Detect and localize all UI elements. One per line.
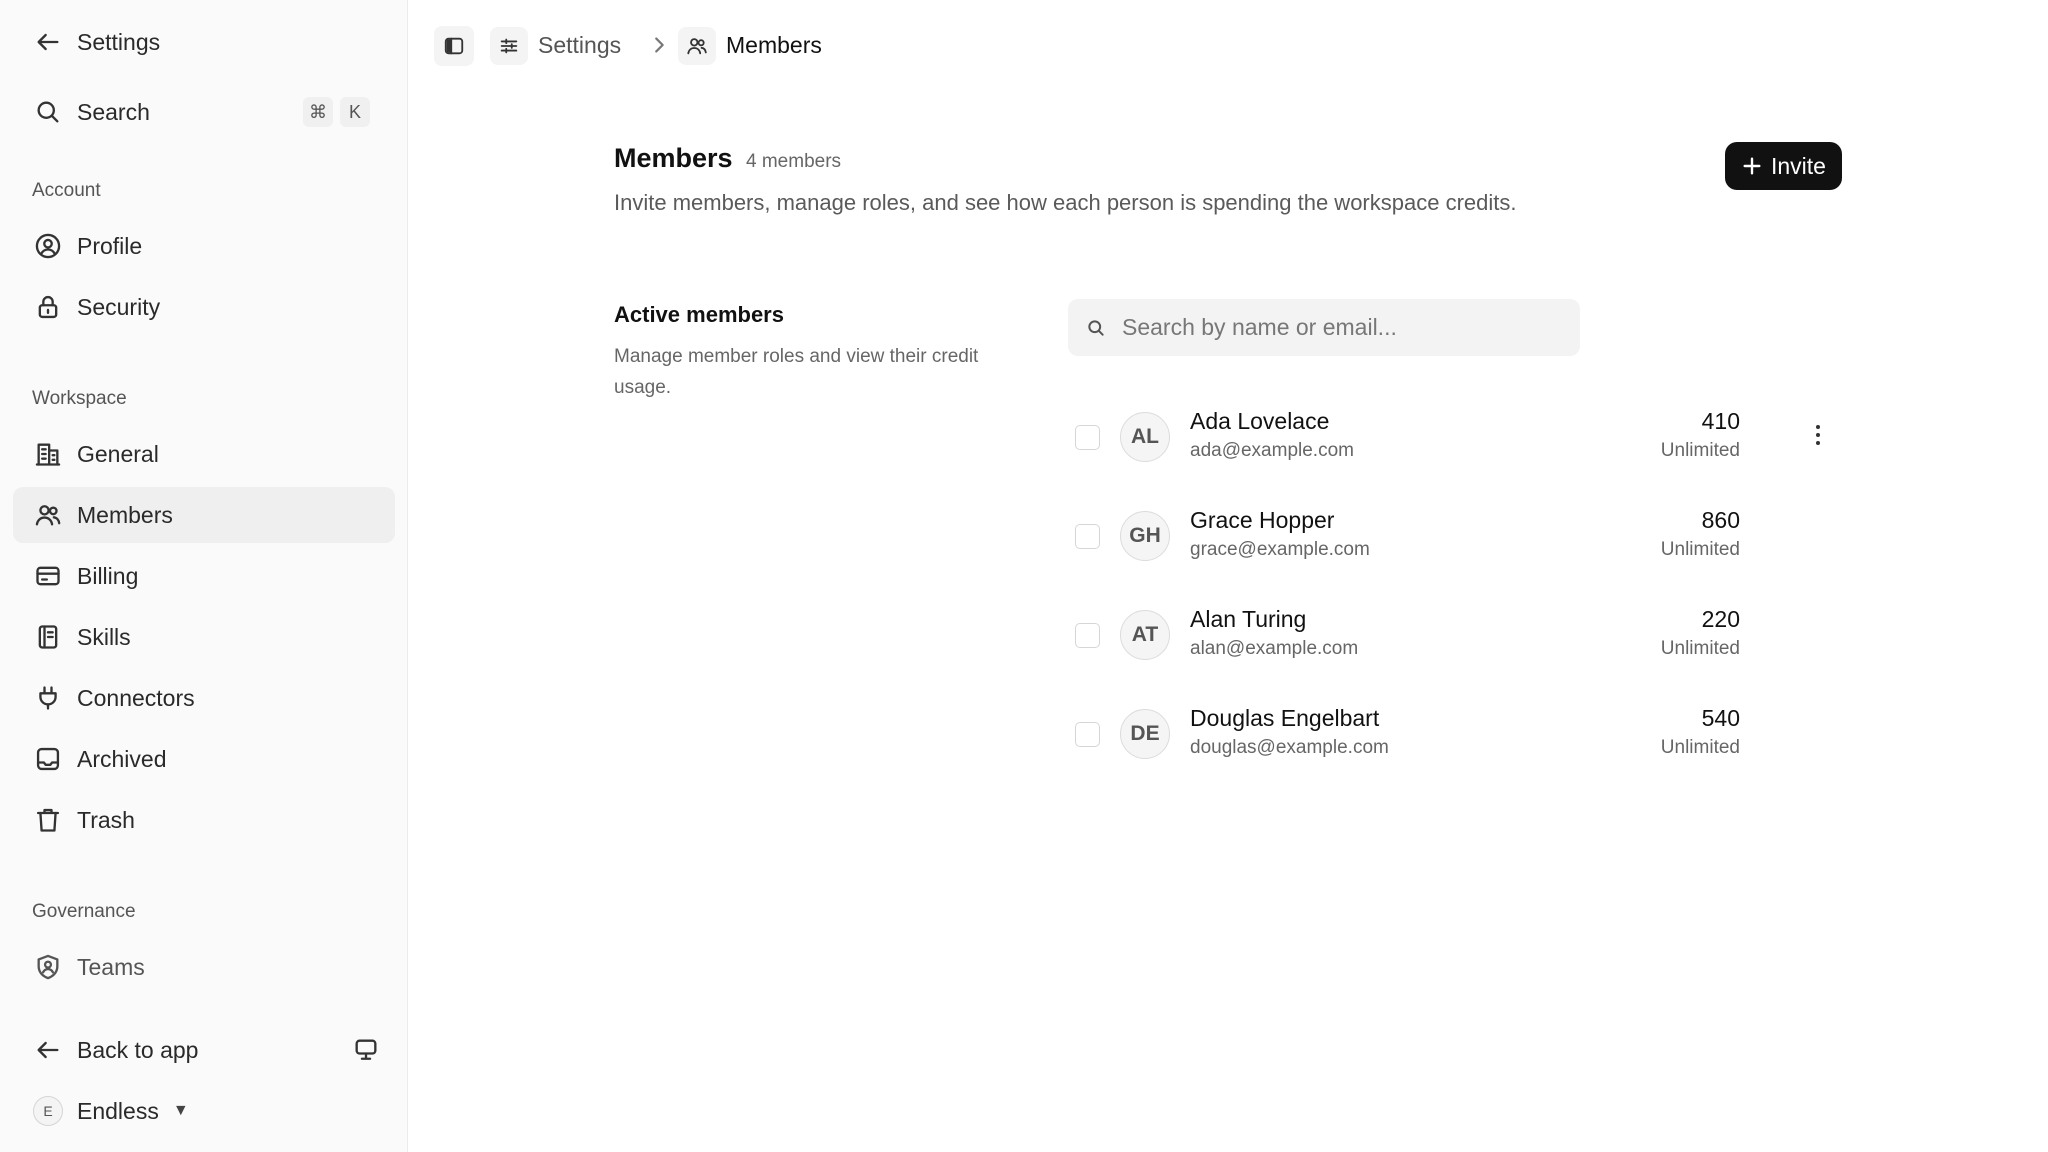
sidebar-item-billing[interactable]: Billing bbox=[13, 548, 395, 604]
sidebar-item-label: Teams bbox=[77, 953, 145, 980]
page-description: Invite members, manage roles, and see ho… bbox=[614, 190, 1517, 215]
settings-crumb-icon-button[interactable] bbox=[490, 27, 528, 65]
page-title: Members bbox=[614, 143, 733, 173]
arrow-left-icon bbox=[33, 1035, 63, 1065]
breadcrumb-settings[interactable]: Settings bbox=[538, 30, 621, 60]
sidebar-item-label: Trash bbox=[77, 806, 135, 833]
sidebar-item-teams[interactable]: Teams bbox=[13, 939, 395, 995]
sidebar-item-security[interactable]: Security bbox=[13, 279, 395, 335]
section-heading-workspace: Workspace bbox=[32, 388, 127, 409]
sidebar-toggle-button[interactable] bbox=[434, 26, 474, 66]
member-row[interactable]: DE Douglas Engelbart douglas@example.com… bbox=[1068, 697, 1848, 787]
search-button[interactable]: Search ⌘ K bbox=[13, 84, 395, 140]
shortcut-k-key: K bbox=[340, 97, 370, 127]
back-label: Settings bbox=[77, 28, 161, 55]
more-options-icon[interactable] bbox=[1806, 420, 1830, 450]
sidebar-item-trash[interactable]: Trash bbox=[13, 792, 395, 848]
users-icon bbox=[33, 500, 63, 530]
archive-icon bbox=[33, 744, 63, 774]
sidebar-item-label: Skills bbox=[77, 623, 131, 650]
credits-used: 540 bbox=[1701, 705, 1740, 731]
sidebar-item-label: Billing bbox=[77, 562, 139, 589]
avatar: GH bbox=[1120, 511, 1170, 561]
building-icon bbox=[33, 439, 63, 469]
member-email: douglas@example.com bbox=[1190, 737, 1389, 758]
sidebar-item-label: Archived bbox=[77, 745, 167, 772]
sidebar: Settings Search ⌘ K Account Profile Secu… bbox=[0, 0, 408, 1152]
sliders-icon bbox=[498, 35, 520, 57]
sidebar-item-label: General bbox=[77, 440, 159, 467]
shield-user-icon bbox=[33, 952, 63, 982]
member-name: Alan Turing bbox=[1190, 606, 1307, 632]
invite-label: Invite bbox=[1771, 152, 1826, 179]
profile-icon bbox=[33, 231, 63, 261]
sidebar-item-label: Connectors bbox=[77, 684, 195, 711]
member-row[interactable]: AT Alan Turing alan@example.com 220 Unli… bbox=[1068, 598, 1848, 688]
credit-limit: Unlimited bbox=[1660, 737, 1740, 758]
search-icon bbox=[1088, 319, 1104, 336]
panel-left-icon bbox=[443, 35, 465, 57]
sidebar-item-archived[interactable]: Archived bbox=[13, 731, 395, 787]
member-email: grace@example.com bbox=[1190, 539, 1370, 560]
avatar: DE bbox=[1120, 709, 1170, 759]
credits-used: 220 bbox=[1701, 606, 1740, 632]
sidebar-item-label: Security bbox=[77, 293, 161, 320]
plus-icon bbox=[1743, 157, 1761, 175]
section-heading-governance: Governance bbox=[32, 901, 136, 922]
member-search[interactable] bbox=[1068, 299, 1580, 356]
chevron-right-icon bbox=[648, 30, 670, 64]
member-row[interactable]: AL Ada Lovelace ada@example.com 410 Unli… bbox=[1068, 400, 1848, 490]
breadcrumb-members: Members bbox=[726, 32, 822, 58]
credits-used: 410 bbox=[1701, 408, 1740, 434]
member-email: alan@example.com bbox=[1190, 638, 1359, 659]
sidebar-item-skills[interactable]: Skills bbox=[13, 609, 395, 665]
back-to-app-button[interactable]: Back to app bbox=[13, 1022, 395, 1078]
member-name: Douglas Engelbart bbox=[1190, 705, 1380, 731]
section-description: Manage member roles and view their credi… bbox=[614, 346, 979, 398]
section-title: Active members bbox=[614, 302, 784, 327]
sidebar-item-connectors[interactable]: Connectors bbox=[13, 670, 395, 726]
avatar: AL bbox=[1120, 412, 1170, 462]
member-count: 4 members bbox=[746, 151, 842, 172]
credit-limit: Unlimited bbox=[1660, 638, 1740, 659]
sidebar-item-label: Profile bbox=[77, 232, 143, 259]
lock-icon bbox=[33, 292, 63, 322]
search-input[interactable] bbox=[1122, 314, 1562, 341]
credit-limit: Unlimited bbox=[1660, 539, 1740, 560]
trash-icon bbox=[33, 805, 63, 835]
workspace-avatar: E bbox=[33, 1096, 63, 1126]
arrow-left-icon bbox=[33, 27, 63, 57]
row-checkbox[interactable] bbox=[1075, 425, 1100, 450]
credit-limit: Unlimited bbox=[1660, 440, 1740, 461]
book-icon bbox=[33, 622, 63, 652]
row-checkbox[interactable] bbox=[1075, 722, 1100, 747]
row-checkbox[interactable] bbox=[1075, 524, 1100, 549]
shortcut-cmd-key: ⌘ bbox=[303, 97, 333, 127]
member-row[interactable]: GH Grace Hopper grace@example.com 860 Un… bbox=[1068, 499, 1848, 589]
sidebar-item-members[interactable]: Members bbox=[13, 487, 395, 543]
member-email: ada@example.com bbox=[1190, 440, 1354, 461]
sidebar-item-label: Members bbox=[77, 501, 173, 528]
search-icon bbox=[33, 97, 63, 127]
sidebar-item-profile[interactable]: Profile bbox=[13, 218, 395, 274]
avatar: AT bbox=[1120, 610, 1170, 660]
workspace-name: Endless bbox=[77, 1097, 159, 1124]
section-heading-account: Account bbox=[32, 180, 101, 201]
credits-used: 860 bbox=[1701, 507, 1740, 533]
members-crumb-icon bbox=[678, 27, 716, 65]
users-icon bbox=[686, 35, 708, 57]
member-name: Ada Lovelace bbox=[1190, 408, 1330, 434]
workspace-switcher[interactable]: E Endless ▼ bbox=[13, 1083, 395, 1139]
back-to-app-label: Back to app bbox=[77, 1036, 199, 1063]
row-checkbox[interactable] bbox=[1075, 623, 1100, 648]
sidebar-item-general[interactable]: General bbox=[13, 426, 395, 482]
member-name: Grace Hopper bbox=[1190, 507, 1335, 533]
caret-down-icon: ▼ bbox=[172, 1102, 189, 1119]
search-label: Search bbox=[77, 98, 150, 125]
invite-button[interactable]: Invite bbox=[1725, 142, 1842, 190]
plug-icon bbox=[33, 683, 63, 713]
back-to-settings-button[interactable]: Settings bbox=[13, 14, 395, 70]
card-icon bbox=[33, 561, 63, 591]
monitor-icon[interactable] bbox=[351, 1035, 381, 1065]
